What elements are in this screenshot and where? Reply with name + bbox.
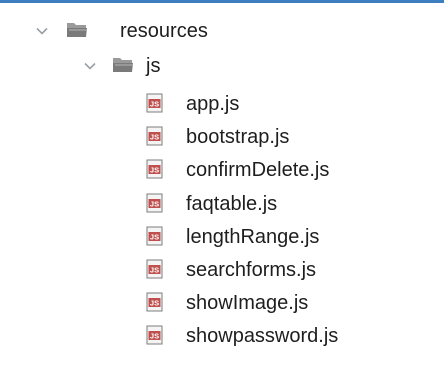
tree-item-file[interactable]: JS searchforms.js — [0, 252, 444, 288]
js-file-icon: JS — [145, 159, 165, 179]
tree-item-file[interactable]: JS confirmDelete.js — [0, 152, 444, 188]
tree-item-label: showpassword.js — [186, 325, 339, 348]
tree-item-resources[interactable]: resources — [0, 13, 444, 49]
tree-item-label: app.js — [186, 93, 240, 115]
tree-item-file[interactable]: JS lengthRange.js — [0, 219, 444, 255]
js-file-icon: JS — [145, 93, 165, 113]
tree-item-file[interactable]: JS faqtable.js — [0, 186, 444, 222]
folder-open-icon — [66, 21, 88, 39]
js-file-icon: JS — [145, 259, 165, 279]
chevron-down-icon[interactable] — [36, 25, 48, 37]
js-file-icon: JS — [145, 226, 165, 246]
svg-text:JS: JS — [150, 166, 159, 175]
folder-open-icon — [112, 56, 134, 74]
tree-item-file[interactable]: JS showpassword.js — [0, 318, 444, 354]
js-file-icon: JS — [145, 193, 165, 213]
svg-text:JS: JS — [150, 199, 159, 208]
svg-text:JS: JS — [150, 100, 159, 109]
project-explorer-tree: resources js JS app.js JS bootstrap.js JS con… — [0, 0, 444, 368]
svg-text:JS: JS — [150, 299, 159, 308]
tree-item-label: showImage.js — [186, 292, 309, 315]
top-accent-bar — [0, 0, 444, 3]
tree-item-label: faqtable.js — [186, 192, 278, 215]
js-file-icon: JS — [145, 292, 165, 312]
tree-item-label: searchforms.js — [186, 259, 317, 281]
tree-item-js[interactable]: js — [0, 48, 444, 84]
chevron-down-icon[interactable] — [84, 60, 96, 72]
js-file-icon: JS — [145, 325, 165, 345]
tree-item-label: confirmDelete.js — [186, 159, 330, 182]
js-file-icon: JS — [145, 126, 165, 146]
tree-item-label: bootstrap.js — [186, 126, 290, 149]
tree-item-file[interactable]: JS app.js — [0, 86, 444, 122]
svg-text:JS: JS — [150, 332, 159, 341]
tree-item-file[interactable]: JS showImage.js — [0, 285, 444, 321]
tree-item-file[interactable]: JS bootstrap.js — [0, 119, 444, 155]
svg-text:JS: JS — [150, 266, 159, 275]
tree-item-label: js — [146, 55, 161, 77]
tree-item-label: lengthRange.js — [186, 225, 320, 248]
svg-text:JS: JS — [150, 232, 159, 241]
tree-item-label: resources — [120, 20, 208, 42]
svg-text:JS: JS — [150, 133, 159, 142]
